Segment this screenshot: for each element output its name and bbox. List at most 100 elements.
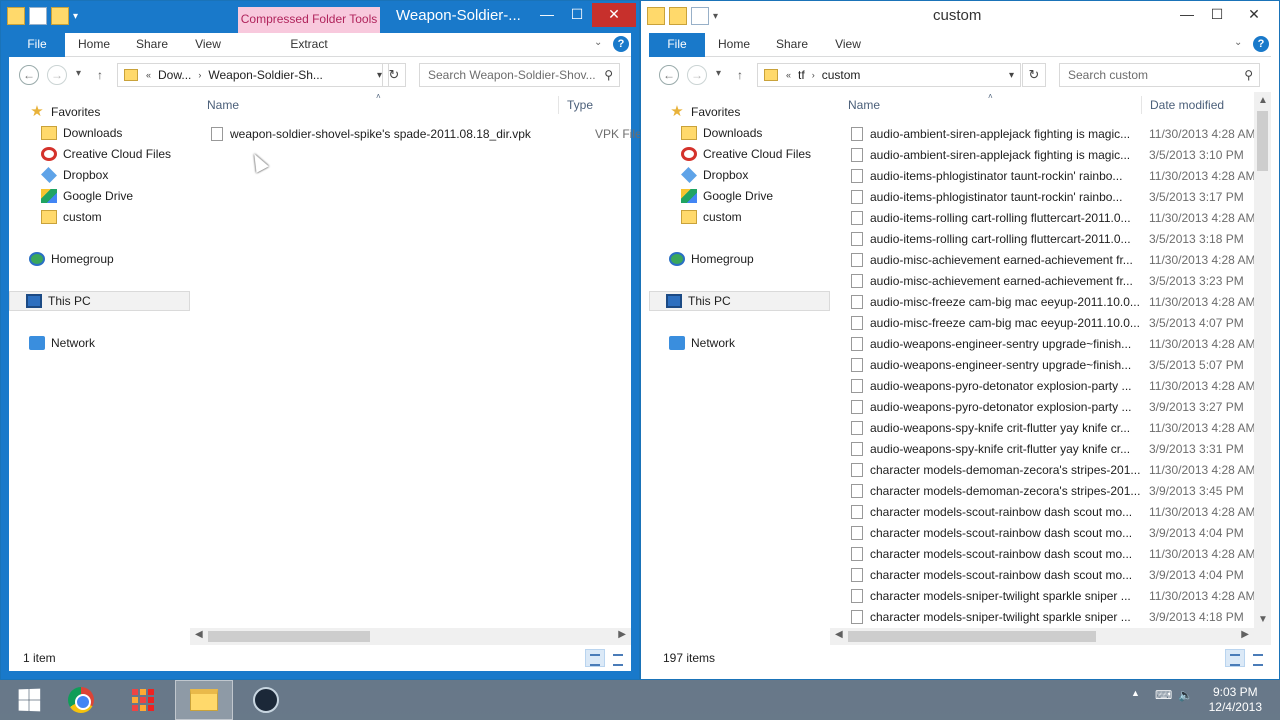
file-row[interactable]: audio-weapons-spy-knife crit-flutter yay… <box>851 418 1271 439</box>
refresh-button[interactable]: ↻ <box>1022 63 1046 87</box>
expand-ribbon-icon[interactable]: ⌄ <box>594 37 602 48</box>
compressed-folder-tools-tab[interactable]: Compressed Folder Tools <box>238 7 380 33</box>
scroll-right-icon[interactable]: ▶ <box>1241 629 1249 640</box>
large-icons-view-button[interactable] <box>608 649 628 667</box>
maximize-button[interactable]: ☐ <box>1202 3 1232 27</box>
minimize-button[interactable]: — <box>532 3 562 27</box>
horizontal-scrollbar[interactable]: ◀ ▶ <box>830 628 1271 645</box>
scroll-up-icon[interactable]: ▲ <box>1258 95 1268 106</box>
file-row[interactable]: audio-ambient-siren-applejack fighting i… <box>851 124 1271 145</box>
file-row[interactable]: character models-demoman-zecora's stripe… <box>851 460 1271 481</box>
new-folder-icon[interactable] <box>669 7 687 25</box>
file-row[interactable]: character models-sniper-twilight sparkle… <box>851 586 1271 607</box>
properties-icon[interactable] <box>29 7 47 25</box>
file-row[interactable]: character models-scout-rainbow dash scou… <box>851 523 1271 544</box>
address-dropdown-icon[interactable]: ▾ <box>1003 70 1020 81</box>
file-row[interactable]: audio-weapons-engineer-sentry upgrade~fi… <box>851 334 1271 355</box>
file-row[interactable]: audio-items-phlogistinator taunt-rockin'… <box>851 187 1271 208</box>
nav-creative-cloud[interactable]: Creative Cloud Files <box>41 144 171 164</box>
tab-file[interactable]: File <box>649 33 705 57</box>
search-input[interactable]: Search custom ⚲ <box>1059 63 1260 87</box>
nav-downloads[interactable]: Downloads <box>41 123 122 143</box>
recent-locations-icon[interactable]: ▾ <box>76 68 81 79</box>
refresh-button[interactable]: ↻ <box>382 63 406 87</box>
breadcrumb-segment[interactable]: Weapon-Soldier-Sh... <box>203 68 328 82</box>
properties-icon[interactable] <box>691 7 709 25</box>
scroll-down-icon[interactable]: ▼ <box>1258 614 1268 625</box>
details-view-button[interactable] <box>585 649 605 667</box>
tab-share[interactable]: Share <box>767 33 817 57</box>
nav-google-drive[interactable]: Google Drive <box>681 186 773 206</box>
scroll-left-icon[interactable]: ◀ <box>195 629 203 640</box>
chevron-right-icon[interactable]: › <box>810 70 817 80</box>
breadcrumb-segment[interactable]: custom <box>817 68 866 82</box>
search-input[interactable]: Search Weapon-Soldier-Shov... ⚲ <box>419 63 620 87</box>
scroll-right-icon[interactable]: ▶ <box>618 629 626 640</box>
network-tray-icon[interactable]: ⌨ <box>1155 688 1172 702</box>
back-button[interactable]: ← <box>659 65 679 85</box>
back-button[interactable]: ← <box>19 65 39 85</box>
file-row[interactable]: audio-misc-achievement earned-achievemen… <box>851 250 1271 271</box>
tab-file[interactable]: File <box>9 33 65 57</box>
file-row[interactable]: audio-items-rolling cart-rolling flutter… <box>851 208 1271 229</box>
nav-favorites[interactable]: ★ Favorites <box>669 102 740 122</box>
details-view-button[interactable] <box>1225 649 1245 667</box>
customize-toolbar-icon[interactable]: ▾ <box>73 11 78 22</box>
taskbar-steam[interactable] <box>237 680 295 720</box>
minimize-button[interactable]: — <box>1172 3 1202 27</box>
nav-custom[interactable]: custom <box>681 207 742 227</box>
up-button[interactable]: ↑ <box>97 68 103 82</box>
column-header-type[interactable]: Type <box>567 92 593 118</box>
forward-button[interactable]: → <box>687 65 707 85</box>
scrollbar-thumb[interactable] <box>1257 111 1268 171</box>
file-row[interactable]: audio-items-phlogistinator taunt-rockin'… <box>851 166 1271 187</box>
file-row[interactable]: character models-demoman-zecora's stripe… <box>851 481 1271 502</box>
file-row[interactable]: audio-weapons-pyro-detonator explosion-p… <box>851 397 1271 418</box>
large-icons-view-button[interactable] <box>1248 649 1268 667</box>
file-row[interactable]: audio-ambient-siren-applejack fighting i… <box>851 145 1271 166</box>
vertical-scrollbar[interactable]: ▲ ▼ <box>1254 92 1271 628</box>
file-row[interactable]: audio-weapons-spy-knife crit-flutter yay… <box>851 439 1271 460</box>
file-row[interactable]: audio-misc-freeze cam-big mac eeyup-2011… <box>851 313 1271 334</box>
up-button[interactable]: ↑ <box>737 68 743 82</box>
taskbar-apps[interactable] <box>114 680 172 720</box>
nav-custom[interactable]: custom <box>41 207 102 227</box>
file-row[interactable]: audio-weapons-pyro-detonator explosion-p… <box>851 376 1271 397</box>
tab-share[interactable]: Share <box>127 33 177 57</box>
nav-favorites[interactable]: ★ Favorites <box>29 102 100 122</box>
tab-home[interactable]: Home <box>709 33 759 57</box>
maximize-button[interactable]: ☐ <box>562 3 592 27</box>
scroll-left-icon[interactable]: ◀ <box>835 629 843 640</box>
tab-view[interactable]: View <box>823 33 873 57</box>
close-button[interactable]: ✕ <box>592 3 636 27</box>
nav-downloads[interactable]: Downloads <box>681 123 762 143</box>
taskbar-chrome[interactable] <box>52 680 110 720</box>
nav-this-pc[interactable]: This PC <box>9 291 190 311</box>
file-row[interactable]: character models-scout-rainbow dash scou… <box>851 544 1271 565</box>
forward-button[interactable]: → <box>47 65 67 85</box>
scrollbar-thumb[interactable] <box>848 631 1096 642</box>
file-row[interactable]: audio-misc-achievement earned-achievemen… <box>851 271 1271 292</box>
column-header-name[interactable]: Name <box>848 92 880 118</box>
column-header-date-modified[interactable]: Date modified <box>1150 92 1224 118</box>
new-folder-icon[interactable] <box>51 7 69 25</box>
nav-homegroup[interactable]: Homegroup <box>29 249 114 269</box>
start-button[interactable] <box>0 680 58 720</box>
file-row[interactable]: audio-misc-freeze cam-big mac eeyup-2011… <box>851 292 1271 313</box>
file-row[interactable]: weapon-soldier-shovel-spike's spade-2011… <box>211 124 642 145</box>
expand-ribbon-icon[interactable]: ⌄ <box>1234 37 1242 48</box>
chevron-right-icon[interactable]: › <box>196 70 203 80</box>
recent-locations-icon[interactable]: ▾ <box>716 68 721 79</box>
volume-icon[interactable]: 🔈 <box>1178 688 1193 702</box>
taskbar-file-explorer[interactable] <box>175 680 233 720</box>
nav-homegroup[interactable]: Homegroup <box>669 249 754 269</box>
clock[interactable]: 9:03 PM 12/4/2013 <box>1209 685 1262 715</box>
breadcrumb-segment[interactable]: tf <box>793 68 810 82</box>
help-icon[interactable]: ? <box>1253 36 1269 52</box>
tab-extract[interactable]: Extract <box>279 33 339 57</box>
scrollbar-thumb[interactable] <box>208 631 370 642</box>
nav-dropbox[interactable]: Dropbox <box>41 165 108 185</box>
show-hidden-icons-icon[interactable]: ▲ <box>1131 688 1140 698</box>
help-icon[interactable]: ? <box>613 36 629 52</box>
file-row[interactable]: audio-items-rolling cart-rolling flutter… <box>851 229 1271 250</box>
